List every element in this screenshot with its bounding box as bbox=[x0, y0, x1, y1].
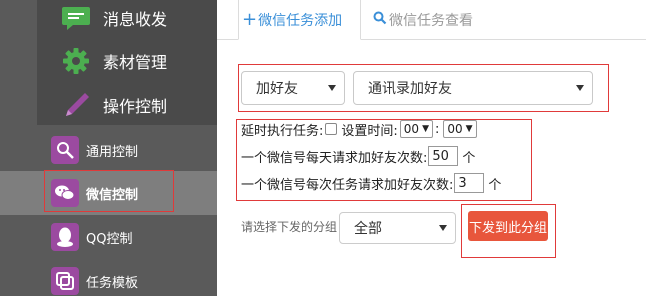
per-task-limit-row: 一个微信号每次任务请求加好友次数: 3 个 bbox=[241, 172, 501, 194]
delay-row: 延时执行任务: 设置时间: 00 ▼ : 00 ▼ bbox=[241, 118, 477, 140]
sidebar-item-operations[interactable]: 操作控制 bbox=[37, 84, 217, 126]
dispatch-to-group-button[interactable]: 下发到此分组 bbox=[468, 211, 548, 241]
template-icon bbox=[51, 267, 79, 295]
set-time-label: 设置时间: bbox=[341, 123, 398, 139]
per-task-limit-unit: 个 bbox=[488, 177, 502, 193]
active-item-highlight bbox=[44, 170, 174, 212]
minute-value: 00 bbox=[447, 122, 463, 136]
hour-select[interactable]: 00 ▼ bbox=[399, 120, 433, 138]
sidebar-item-qq-control[interactable]: QQ控制 bbox=[0, 215, 217, 259]
gear-icon bbox=[51, 46, 101, 76]
minute-select[interactable]: 00 ▼ bbox=[443, 120, 477, 138]
search-icon bbox=[373, 11, 387, 29]
daily-limit-row: 一个微信号每天请求加好友次数: 50 个 bbox=[241, 145, 475, 167]
plus-icon: + bbox=[242, 9, 258, 30]
time-separator: : bbox=[434, 121, 440, 137]
sidebar-item-messages[interactable]: 消息收发 bbox=[37, 0, 217, 39]
sidebar-item-label: 消息收发 bbox=[103, 10, 168, 29]
group-hint: 请选择下发的分组 bbox=[241, 220, 338, 234]
task-type-select[interactable]: 加好友 bbox=[241, 71, 345, 105]
sidebar-item-task-templates[interactable]: 任务模板 bbox=[0, 259, 217, 296]
delay-label: 延时执行任务: bbox=[241, 123, 324, 139]
settings-wand-icon bbox=[51, 136, 79, 164]
delay-checkbox[interactable] bbox=[325, 123, 338, 135]
sidebar-item-general-control[interactable]: 通用控制 bbox=[0, 128, 217, 172]
chevron-down-icon bbox=[576, 85, 584, 91]
chat-bubble-icon bbox=[51, 5, 101, 31]
per-task-limit-input[interactable]: 3 bbox=[454, 173, 485, 193]
chevron-down-icon: ▼ bbox=[422, 124, 429, 134]
hour-value: 00 bbox=[403, 122, 420, 136]
per-task-limit-label: 一个微信号每次任务请求加好友次数: bbox=[241, 177, 454, 193]
pen-icon bbox=[51, 90, 101, 120]
daily-limit-input[interactable]: 50 bbox=[428, 146, 459, 166]
group-select[interactable]: 全部 bbox=[339, 212, 456, 244]
tab-view-wechat-task[interactable]: 微信任务查看 bbox=[373, 0, 473, 40]
sidebar-item-label: QQ控制 bbox=[86, 231, 133, 247]
daily-limit-label: 一个微信号每天请求加好友次数: bbox=[241, 150, 428, 166]
tab-add-wechat-task[interactable]: + 微信任务添加 bbox=[238, 0, 361, 40]
daily-limit-unit: 个 bbox=[462, 150, 476, 166]
sidebar-item-label: 任务模板 bbox=[86, 275, 139, 291]
sidebar-item-label: 操作控制 bbox=[103, 97, 168, 116]
task-type-value: 加好友 bbox=[256, 81, 298, 97]
sidebar-item-label: 素材管理 bbox=[103, 53, 168, 72]
tab-label: 微信任务添加 bbox=[258, 12, 343, 29]
sidebar: 消息收发 素材管理 操作控制 通用控制 微信控制 QQ控制 任务模板 bbox=[0, 0, 217, 296]
tab-bar: + 微信任务添加 微信任务查看 bbox=[217, 0, 646, 40]
task-subtype-select[interactable]: 通讯录加好友 bbox=[353, 71, 593, 105]
chevron-down-icon bbox=[439, 225, 447, 231]
chevron-down-icon: ▼ bbox=[465, 124, 473, 134]
main-panel: + 微信任务添加 微信任务查看 加好友 通讯录加好友 延时执行任务: 设置时间:… bbox=[217, 0, 646, 296]
sidebar-item-materials[interactable]: 素材管理 bbox=[37, 40, 217, 82]
group-value: 全部 bbox=[354, 221, 382, 237]
qq-penguin-icon bbox=[51, 223, 79, 251]
sidebar-item-label: 通用控制 bbox=[86, 144, 139, 160]
chevron-down-icon bbox=[328, 85, 336, 91]
task-subtype-value: 通讯录加好友 bbox=[368, 81, 452, 97]
tab-label: 微信任务查看 bbox=[389, 13, 473, 29]
